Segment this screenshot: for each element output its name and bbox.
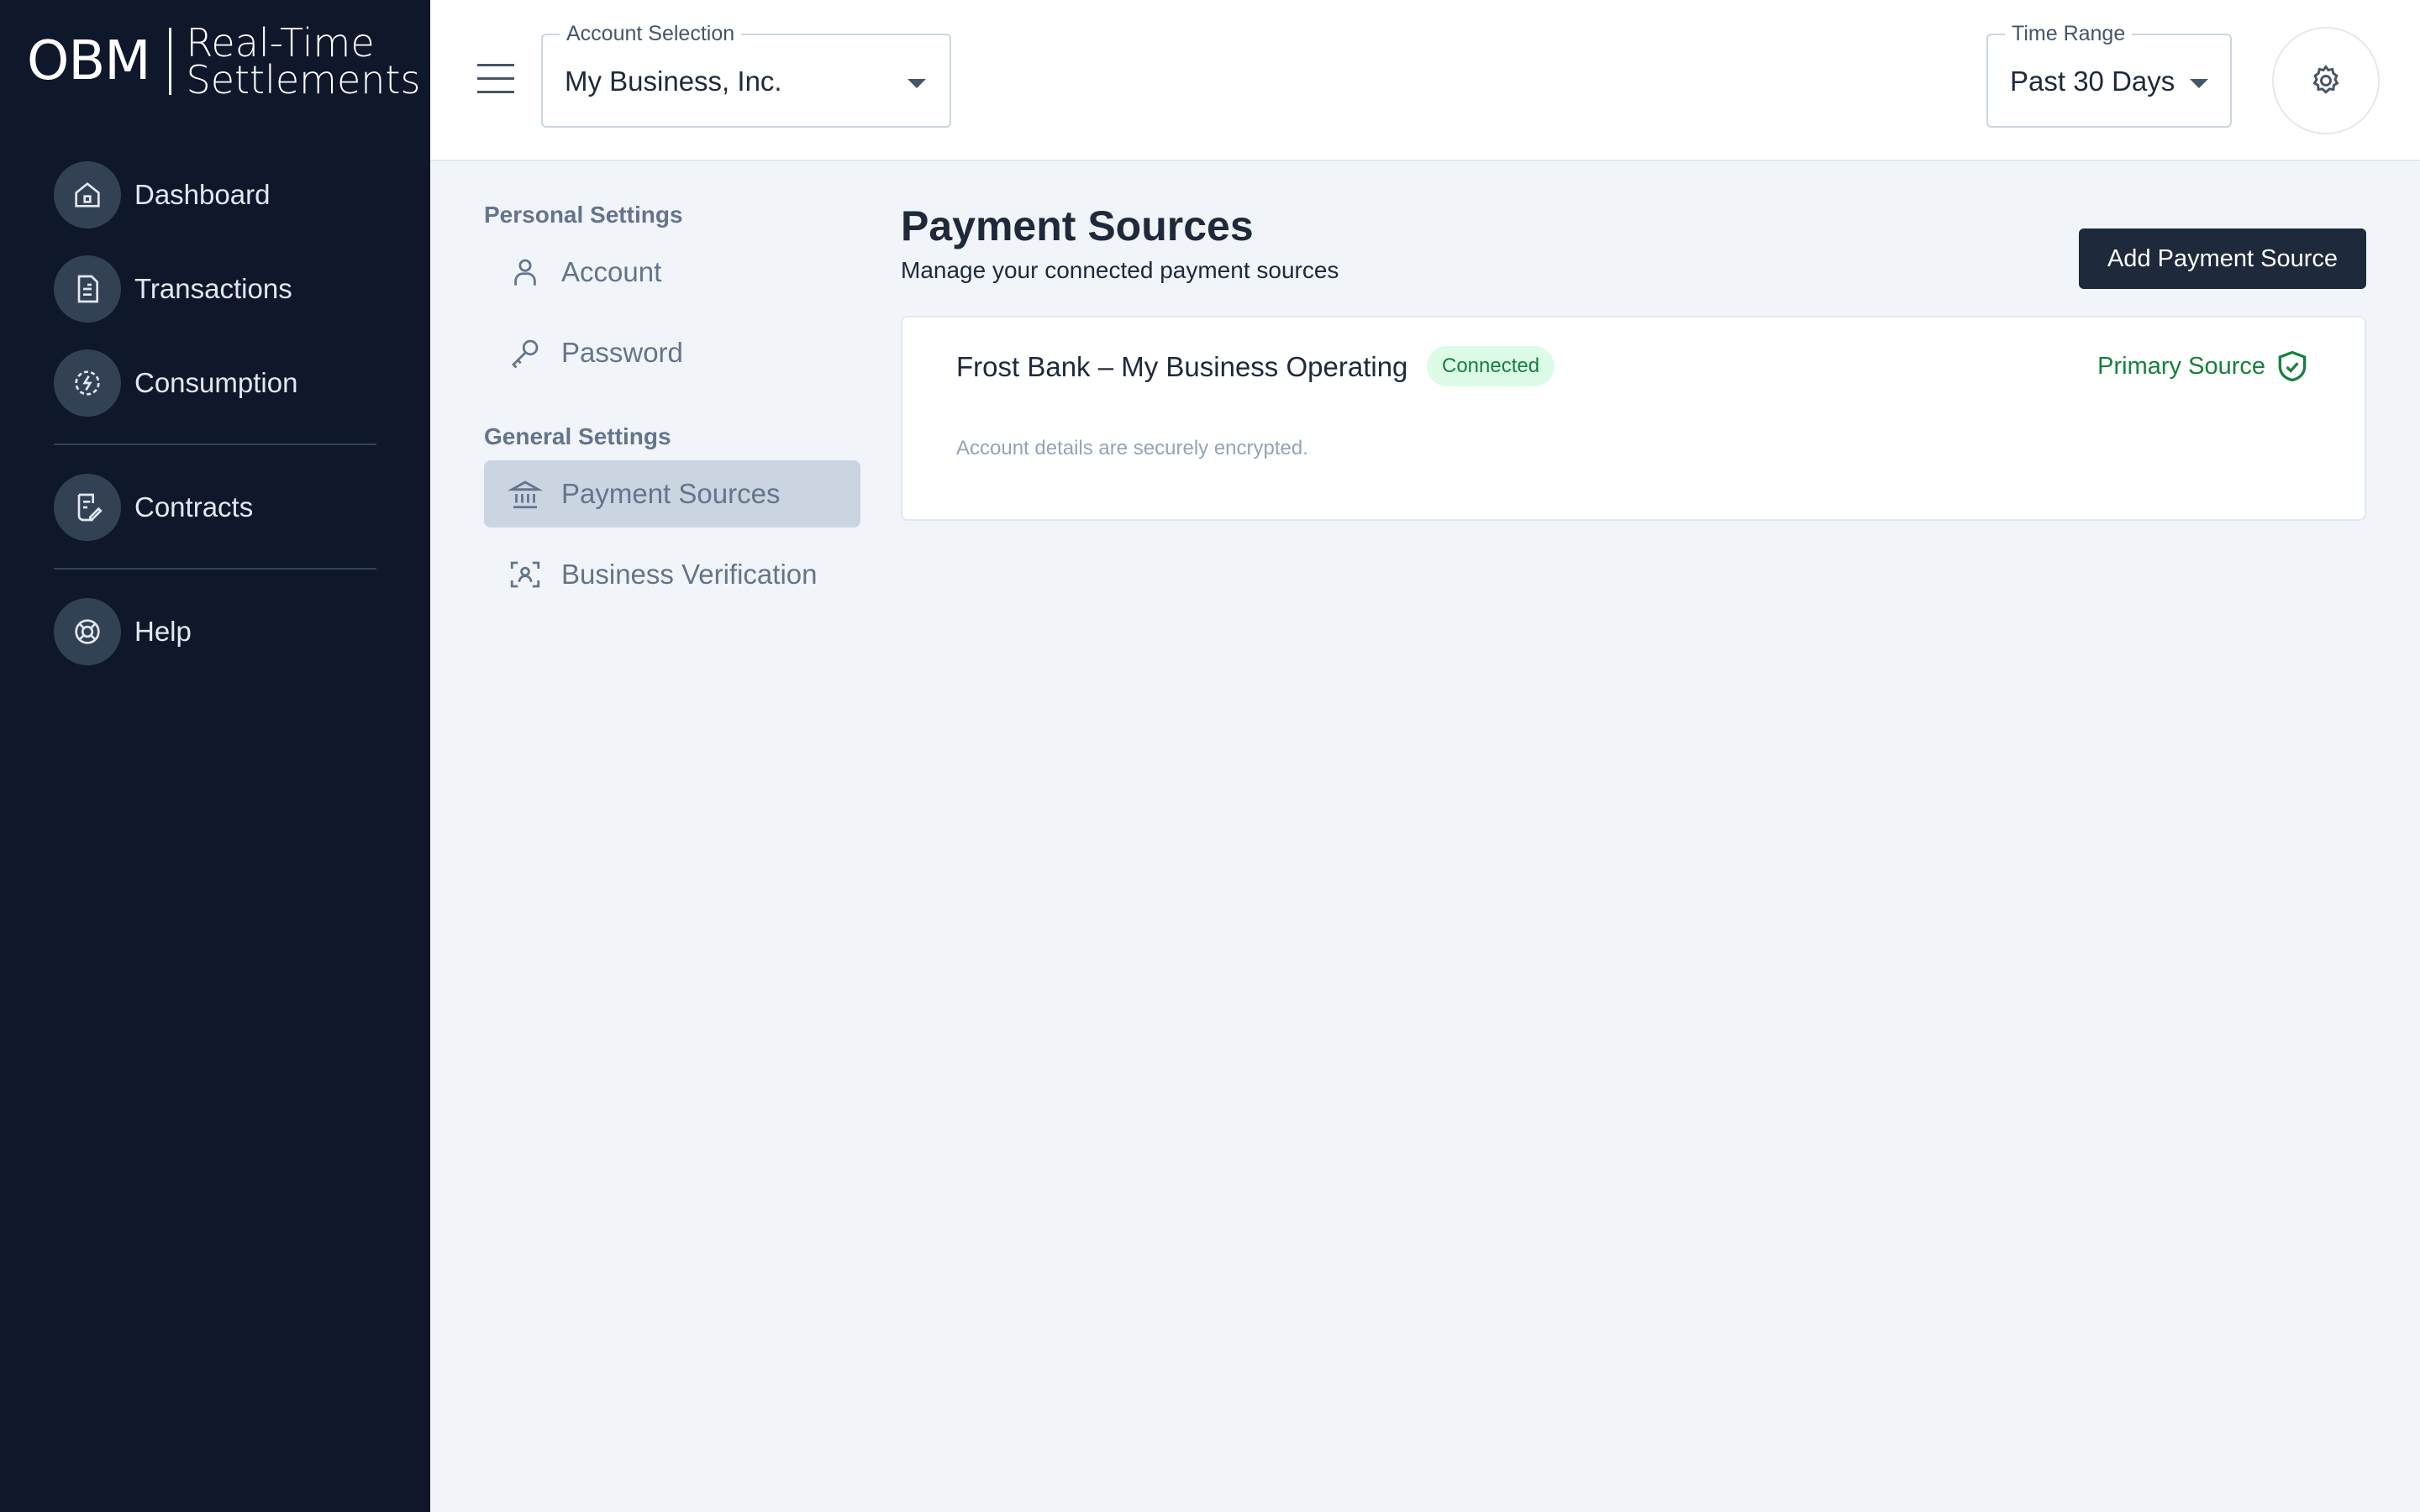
user-icon — [514, 259, 536, 286]
personal-settings-heading: Personal Settings — [484, 202, 683, 228]
add-payment-source-button[interactable]: Add Payment Source — [2079, 228, 2366, 289]
sidebar-item-label: Consumption — [134, 367, 298, 398]
sidebar-item-transactions[interactable]: Transactions — [54, 255, 376, 323]
brand-line-2: Settlements — [186, 57, 421, 102]
time-range-value: Past 30 Days — [2010, 66, 2175, 97]
time-range-label: Time Range — [2005, 22, 2133, 46]
nav-divider — [54, 444, 376, 445]
account-select-label: Account Selection — [560, 22, 742, 46]
face-scan-icon — [510, 561, 540, 588]
primary-source-indicator: Primary Source — [2097, 348, 2311, 385]
sidebar: OBM Real-Time Settlements Dashboard Tran… — [0, 0, 430, 1512]
top-header: Account Selection My Business, Inc. Time… — [430, 0, 2420, 161]
sidebar-item-label: Contracts — [134, 491, 254, 522]
account-select[interactable]: Account Selection My Business, Inc. — [541, 22, 951, 128]
general-settings-heading: General Settings — [484, 423, 671, 449]
primary-source-label: Primary Source — [2097, 352, 2265, 380]
brand-logo[interactable]: OBM Real-Time Settlements — [27, 24, 420, 99]
payment-source-card: Frost Bank – My Business Operating Conne… — [901, 316, 2366, 521]
payment-source-name: Frost Bank – My Business Operating — [956, 351, 1408, 382]
home-icon — [54, 161, 121, 228]
sidebar-item-label: Dashboard — [134, 179, 271, 210]
page-title: Payment Sources — [901, 202, 1254, 249]
encryption-note: Account details are securely encrypted. — [956, 437, 1308, 459]
settings-item-label: Business Verification — [561, 559, 818, 590]
settings-item-label: Payment Sources — [561, 478, 781, 509]
bank-icon — [508, 480, 543, 509]
gear-icon — [2312, 65, 2339, 94]
time-range-select[interactable]: Time Range Past 30 Days — [1986, 22, 2232, 128]
settings-item-label: Account — [561, 256, 662, 287]
sidebar-item-consumption[interactable]: Consumption — [54, 349, 376, 417]
status-badge: Connected — [1427, 346, 1555, 386]
menu-icon[interactable] — [477, 64, 514, 94]
contract-icon — [54, 474, 121, 541]
sidebar-item-label: Help — [134, 616, 192, 647]
sidebar-item-contracts[interactable]: Contracts — [54, 474, 376, 541]
nav-divider — [54, 568, 376, 570]
settings-item-label: Password — [561, 337, 683, 368]
settings-item-password[interactable]: Password — [484, 319, 860, 386]
main-nav: Dashboard Transactions Consumption Contr… — [54, 161, 376, 692]
lifebuoy-icon — [54, 598, 121, 665]
brand-name: Real-Time Settlements — [187, 24, 421, 99]
caret-down-icon — [2190, 79, 2208, 88]
logo-divider — [168, 28, 171, 95]
settings-button[interactable] — [2272, 27, 2380, 134]
sidebar-item-dashboard[interactable]: Dashboard — [54, 161, 376, 228]
key-icon — [512, 339, 539, 369]
sidebar-item-label: Transactions — [134, 273, 292, 304]
page-subtitle: Manage your connected payment sources — [901, 257, 1339, 283]
document-icon — [54, 255, 121, 323]
shield-check-icon — [2278, 350, 2307, 382]
settings-item-payment-sources[interactable]: Payment Sources — [484, 460, 860, 528]
settings-nav: Personal Settings Account Password Gener… — [484, 202, 860, 608]
settings-item-account[interactable]: Account — [484, 239, 860, 306]
sidebar-item-help[interactable]: Help — [54, 598, 376, 665]
settings-item-business-verification[interactable]: Business Verification — [484, 541, 860, 608]
account-select-value: My Business, Inc. — [565, 66, 782, 97]
caret-down-icon — [908, 79, 926, 88]
energy-icon — [54, 349, 121, 417]
brand-mark: OBM — [27, 30, 150, 92]
